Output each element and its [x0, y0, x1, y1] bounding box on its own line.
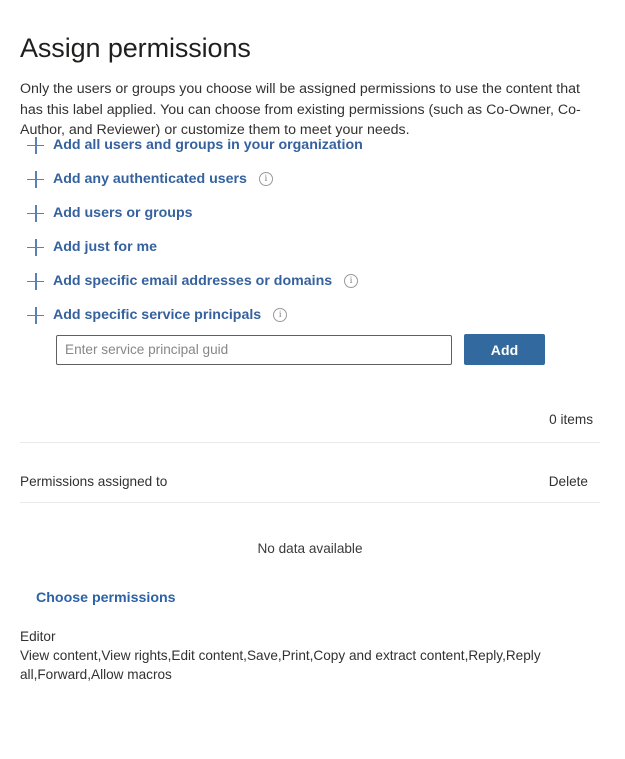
plus-icon [27, 204, 44, 222]
choose-permissions-link[interactable]: Choose permissions [36, 590, 176, 606]
info-icon[interactable] [273, 308, 288, 322]
add-option-users-or-groups[interactable]: Add users or groups [0, 196, 625, 230]
add-option-all-users-and-groups[interactable]: Add all users and groups in your organiz… [0, 128, 625, 162]
assign-permissions-page: Assign permissions Only the users or gro… [0, 0, 625, 759]
add-option-label[interactable]: Add specific service principals [53, 305, 261, 325]
service-principal-guid-input[interactable] [56, 334, 452, 365]
add-option-label[interactable]: Add all users and groups in your organiz… [53, 135, 363, 155]
service-principal-form: Add [56, 334, 545, 365]
table-divider-top [20, 442, 600, 443]
column-header-delete[interactable]: Delete [549, 474, 588, 489]
plus-icon [27, 306, 44, 324]
permission-name: Editor [20, 629, 56, 644]
plus-icon [27, 238, 44, 256]
table-empty-message: No data available [257, 541, 363, 556]
items-count: 0 items [549, 412, 593, 427]
add-option-specific-email-addresses-or-domains[interactable]: Add specific email addresses or domains [0, 264, 625, 298]
permission-summary: Editor View content,View rights,Edit con… [20, 627, 568, 684]
table-header: Permissions assigned to Delete [20, 474, 600, 489]
add-option-specific-service-principals[interactable]: Add specific service principals [0, 298, 625, 332]
permission-rights: View content,View rights,Edit content,Sa… [20, 648, 541, 682]
page-title: Assign permissions [20, 33, 251, 64]
add-option-just-for-me[interactable]: Add just for me [0, 230, 625, 264]
add-button[interactable]: Add [464, 334, 545, 365]
plus-icon [27, 272, 44, 290]
plus-icon [27, 170, 44, 188]
add-option-any-authenticated-users[interactable]: Add any authenticated users [0, 162, 625, 196]
plus-icon [27, 136, 44, 154]
table-divider-bottom [20, 502, 600, 503]
add-option-label[interactable]: Add specific email addresses or domains [53, 271, 332, 291]
add-option-label[interactable]: Add just for me [53, 237, 157, 257]
info-icon[interactable] [344, 274, 359, 288]
add-options-list: Add all users and groups in your organiz… [0, 128, 625, 332]
add-option-label[interactable]: Add any authenticated users [53, 169, 247, 189]
add-option-label[interactable]: Add users or groups [53, 203, 193, 223]
info-icon[interactable] [258, 172, 273, 186]
column-header-permissions-assigned-to[interactable]: Permissions assigned to [20, 474, 167, 489]
